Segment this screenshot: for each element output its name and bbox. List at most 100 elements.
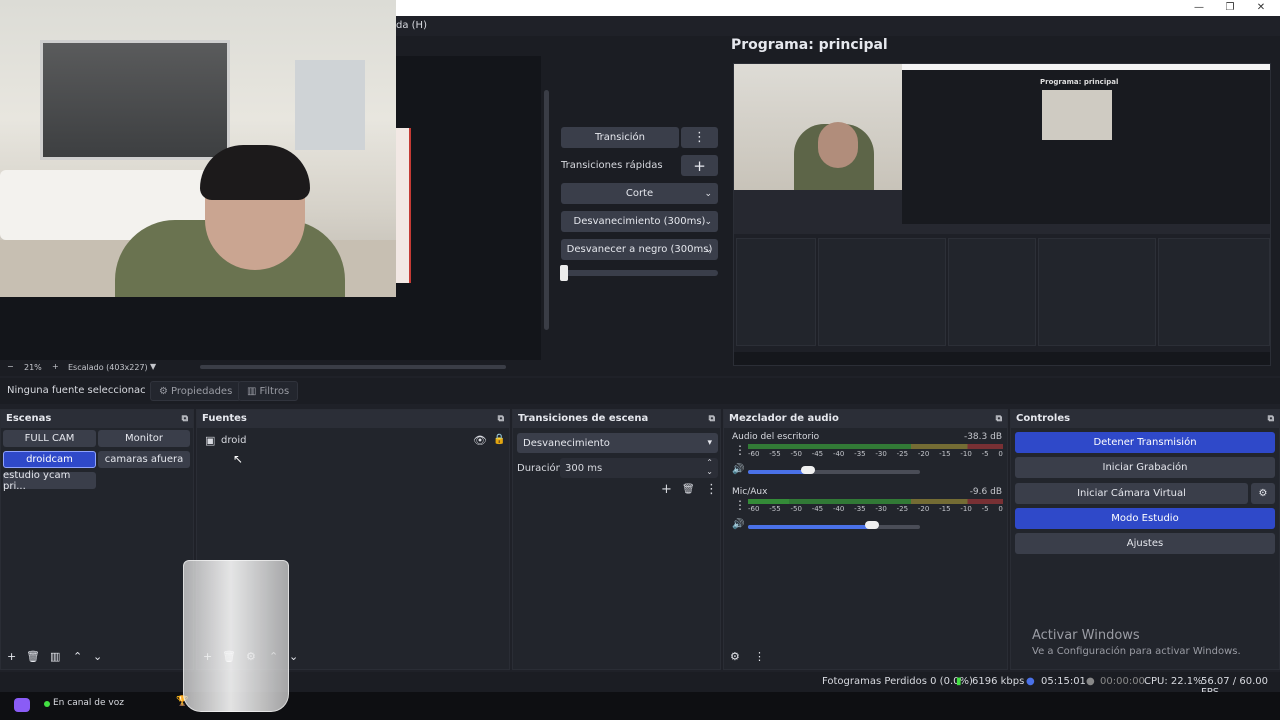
trash-icon[interactable]: 🗑 [26,650,40,663]
channel-name: Mic/Aux [732,487,768,497]
transition-menu-button[interactable]: ⋮ [681,127,718,148]
studio-mode-button[interactable]: Modo Estudio [1015,508,1275,529]
watermark-title: Activar Windows [1032,628,1140,643]
nested-dock [818,238,946,346]
eye-icon[interactable]: 👁 [473,434,487,447]
bitrate: 6196 kbps [972,676,1025,687]
close-button[interactable]: ✕ [1246,0,1276,16]
channel-name: Audio del escritorio [732,432,820,442]
speaker-icon[interactable]: 🔊 [732,464,744,475]
undock-icon[interactable]: ⧉ [1268,414,1274,424]
transition-select[interactable]: Desvanecimiento ▾ [517,433,718,453]
scene-item-active[interactable]: droidcam [3,451,96,468]
start-recording-button[interactable]: Iniciar Grabación [1015,457,1275,478]
undock-icon[interactable]: ⧉ [709,414,715,424]
start-virtual-camera-button[interactable]: Iniciar Cámara Virtual [1015,483,1248,504]
volume-handle[interactable] [801,466,816,474]
meter-tick-label: -35 [854,505,866,513]
settings-button[interactable]: Ajustes [1015,533,1275,554]
meter-tick-label: -10 [960,505,972,513]
audio-mixer-dock: Mezclador de audio ⧉ Audio del escritorio… [723,409,1008,670]
meter-tick-label: 0 [998,450,1003,458]
lock-icon[interactable]: 🔒 [493,434,505,445]
sources-title: Fuentes [202,413,247,424]
meter-tick-label: -55 [769,505,781,513]
quick-transition-label: Corte [625,188,654,199]
t-bar-handle[interactable] [560,265,568,281]
add-scene-icon[interactable]: + [7,650,16,663]
more-vertical-icon[interactable]: ⋮ [734,443,746,457]
source-item[interactable]: ▣ droid 👁 🔒 [205,434,505,450]
discord-icon[interactable] [14,698,30,712]
scene-transitions-title: Transiciones de escena [518,413,649,424]
virtual-camera-settings-button[interactable]: ⚙ [1251,483,1275,504]
nested-status-bar [734,352,1270,365]
stream-time: 05:15:01 [1041,676,1086,687]
quick-transition-fade-black[interactable]: Desvanecer a negro (300ms) ⌄ [561,239,718,260]
program-person-head [818,122,858,168]
chevron-down-icon[interactable]: ⌄ [93,650,102,663]
undock-icon[interactable]: ⧉ [996,414,1002,424]
chevron-down-icon: ⌄ [704,188,712,199]
chevron-down-icon[interactable]: ⌄ [289,650,298,663]
chevron-down-icon: ▾ [707,438,712,448]
quick-transition-cut[interactable]: Corte ⌄ [561,183,718,204]
undock-icon[interactable]: ⧉ [498,414,504,424]
level-meter [748,444,1003,449]
meter-tick-label: -60 [748,450,760,458]
scene-item[interactable]: Monitor [98,430,190,447]
meter-scale: -60 -55 -50 -45 -40 -35 -30 -25 -20 -15 -10 -5 0 [748,505,1003,513]
more-vertical-icon[interactable]: ⋮ [705,482,718,497]
quick-transition-fade[interactable]: Desvanecimiento (300ms) ⌄ [561,211,718,232]
scene-item[interactable]: camaras afuera [98,451,190,468]
minimize-button[interactable]: — [1184,0,1214,16]
scene-item[interactable]: estudio ycam pri... [3,470,96,492]
volume-slider[interactable] [748,521,920,529]
more-vertical-icon[interactable]: ⋮ [754,650,765,663]
preview-horizontal-scrollbar[interactable] [200,365,506,369]
volume-handle[interactable] [864,521,879,529]
zoom-out-button[interactable]: − [7,362,14,371]
zoom-in-button[interactable]: + [52,362,59,371]
chevron-down-icon: ⌄ [704,244,712,255]
scene-item[interactable]: FULL CAM [3,430,96,447]
chevron-down-icon[interactable]: ▼ [150,362,156,371]
filters-label: Filtros [259,385,290,397]
properties-button[interactable]: ⚙ Propiedades [150,381,242,401]
add-transition-icon[interactable]: + [661,482,672,497]
maximize-button[interactable]: ❐ [1215,0,1245,16]
t-bar-slider[interactable] [560,265,718,281]
speaker-icon[interactable]: 🔊 [732,519,744,530]
scenes-dock: Escenas ⧉ FULL CAM Monitor droidcam camar… [0,409,194,670]
properties-label: Propiedades [170,385,233,397]
menu-item-help[interactable]: da (H) [396,20,427,31]
filter-icon[interactable]: ▥ [50,650,60,663]
more-vertical-icon[interactable]: ⋮ [734,498,746,512]
duration-label: Duración [517,463,563,474]
gear-icon[interactable]: ⚙ [730,650,740,663]
channel-db: -38.3 dB [963,432,1002,442]
preview-vertical-scrollbar[interactable] [544,90,549,330]
nested-dock [1158,238,1270,346]
spin-up-icon[interactable]: ⌃ [706,458,713,467]
watermark-subtitle: Ve a Configuración para activar Windows. [1032,646,1241,657]
properties-bar: Ninguna fuente seleccionac ⚙ Propiedades … [0,378,1280,404]
meter-tick-label: -45 [811,505,824,513]
spin-down-icon[interactable]: ⌄ [706,467,713,476]
volume-slider[interactable] [748,466,920,474]
scenes-title: Escenas [6,413,52,424]
mixer-toolbar: ⚙ ⋮ [724,645,1007,669]
transition-button[interactable]: Transición [561,127,679,148]
quick-transitions-label: Transiciones rápidas [561,160,663,171]
undock-icon[interactable]: ⧉ [182,414,188,424]
level-meter-fill [748,499,789,504]
add-quick-transition-button[interactable]: + [681,155,718,176]
duration-input[interactable]: 300 ms ⌃ ⌄ [560,458,718,478]
record-icon: ● [1086,676,1095,687]
more-vertical-icon: ⋮ [693,130,706,145]
trash-icon[interactable]: 🗑 [682,484,695,495]
chevron-up-icon[interactable]: ⌃ [73,650,82,663]
filters-button[interactable]: ▥ Filtros [238,381,299,401]
stop-streaming-button[interactable]: Detener Transmisión [1015,432,1275,453]
scale-label: Escalado (403x227) [68,363,148,372]
